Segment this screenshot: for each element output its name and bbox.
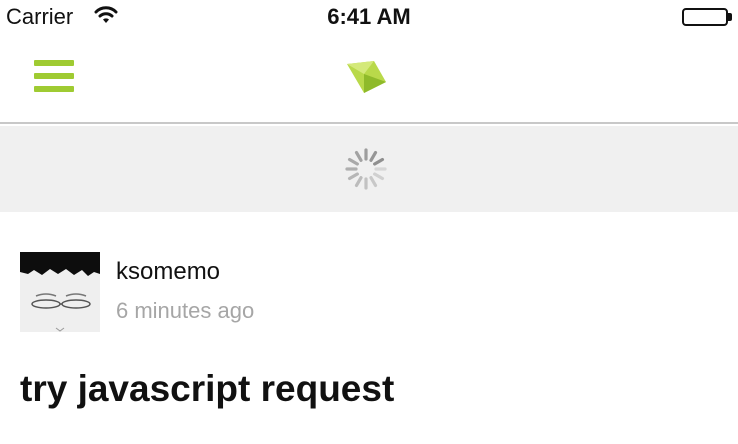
spinner-spoke	[354, 150, 363, 162]
spinner-spoke	[369, 176, 378, 188]
loading-banner	[0, 126, 738, 212]
status-bar: Carrier 6:41 AM	[0, 0, 738, 36]
battery-icon	[682, 8, 732, 26]
spinner-spoke	[347, 172, 359, 181]
status-time: 6:41 AM	[327, 4, 411, 29]
avatar[interactable]	[20, 252, 100, 332]
post-title[interactable]: try javascript request	[20, 368, 394, 410]
navigation-bar	[0, 36, 738, 124]
spinner-spoke	[354, 176, 363, 188]
leaf-logo-icon	[344, 60, 388, 94]
app-screen: Carrier 6:41 AM ksomemo 6 minutes ago tr…	[0, 0, 738, 444]
spinner-spoke	[369, 150, 378, 162]
hamburger-menu-icon[interactable]	[34, 60, 74, 96]
spinner-spoke	[347, 157, 359, 166]
post-timestamp: 6 minutes ago	[116, 298, 255, 323]
spinner-spoke	[373, 157, 385, 166]
post-author[interactable]: ksomemo	[116, 258, 220, 286]
spinner-spoke	[373, 172, 385, 181]
spinner-icon	[345, 148, 387, 190]
post-card[interactable]: ksomemo 6 minutes ago try javascript req…	[0, 212, 738, 444]
